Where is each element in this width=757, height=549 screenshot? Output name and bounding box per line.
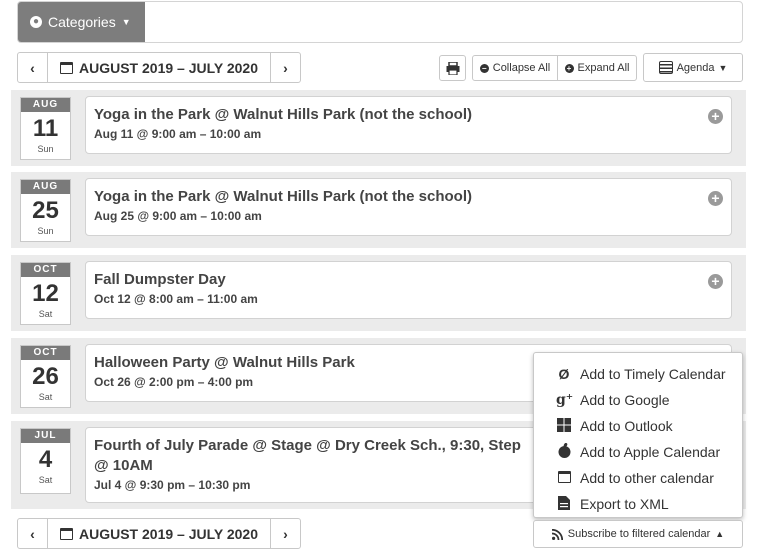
- date-range-label: AUGUST 2019 – JULY 2020: [79, 525, 258, 542]
- event-time: Oct 12 @ 8:00 am – 11:00 am: [94, 292, 258, 306]
- menu-item-timely[interactable]: Ø Add to Timely Calendar: [534, 361, 742, 387]
- tag-icon: ●: [30, 16, 42, 28]
- date-range-button[interactable]: AUGUST 2019 – JULY 2020: [47, 52, 271, 83]
- collapse-all-button[interactable]: − Collapse All: [472, 55, 558, 81]
- categories-bar: ● Categories ▼: [17, 1, 743, 43]
- date-month: AUG: [21, 98, 70, 112]
- date-weekday: Sat: [38, 392, 53, 402]
- date-month: OCT: [21, 346, 70, 360]
- expand-event-icon[interactable]: +: [708, 109, 723, 124]
- event-row: AUG 11 Sun Yoga in the Park @ Walnut Hil…: [11, 90, 746, 166]
- date-weekday: Sat: [38, 309, 53, 319]
- calendar-icon: [60, 527, 73, 540]
- date-month: AUG: [21, 180, 70, 194]
- list-icon: [658, 61, 673, 74]
- date-month: OCT: [21, 263, 70, 277]
- date-badge: AUG 11 Sun: [20, 97, 71, 160]
- menu-item-export-xml[interactable]: Export to XML: [534, 491, 742, 517]
- expand-all-label: Expand All: [577, 62, 630, 74]
- date-badge: AUG 25 Sun: [20, 179, 71, 242]
- menu-item-apple[interactable]: Add to Apple Calendar: [534, 439, 742, 465]
- event-card[interactable]: Yoga in the Park @ Walnut Hills Park (no…: [85, 96, 732, 154]
- event-title[interactable]: Yoga in the Park @ Walnut Hills Park (no…: [94, 187, 723, 207]
- date-weekday: Sat: [38, 475, 53, 485]
- caret-up-icon: ▲: [715, 529, 725, 539]
- view-label: Agenda: [676, 61, 715, 74]
- expand-event-icon[interactable]: +: [708, 274, 723, 289]
- expand-all-button[interactable]: + Expand All: [557, 55, 637, 81]
- calendar-icon: [556, 470, 572, 486]
- menu-item-outlook[interactable]: Add to Outlook: [534, 413, 742, 439]
- date-weekday: Sun: [37, 226, 54, 236]
- date-month: JUL: [21, 429, 70, 443]
- minus-circle-icon: −: [479, 63, 489, 73]
- subscribe-menu: Ø Add to Timely Calendar g⁺ Add to Googl…: [533, 352, 743, 518]
- date-range-button[interactable]: AUGUST 2019 – JULY 2020: [47, 518, 271, 549]
- date-day: 11: [32, 115, 59, 142]
- date-weekday: Sun: [37, 144, 54, 154]
- date-day: 12: [32, 280, 59, 307]
- event-title[interactable]: Yoga in the Park @ Walnut Hills Park (no…: [94, 105, 723, 125]
- collapse-all-label: Collapse All: [492, 62, 551, 74]
- menu-item-other-calendar[interactable]: Add to other calendar: [534, 465, 742, 491]
- event-card[interactable]: Fall Dumpster Day Oct 12 @ 8:00 am – 11:…: [85, 261, 732, 319]
- plus-circle-icon: +: [564, 63, 574, 73]
- next-button[interactable]: ›: [270, 52, 301, 83]
- date-day: 4: [38, 446, 53, 473]
- bottom-date-nav: ‹ AUGUST 2019 – JULY 2020 ›: [17, 518, 301, 549]
- prev-button[interactable]: ‹: [17, 52, 48, 83]
- rss-icon: [551, 528, 563, 540]
- file-icon: [556, 495, 572, 513]
- google-plus-icon: g⁺: [556, 392, 574, 408]
- event-row: OCT 12 Sat Fall Dumpster Day Oct 12 @ 8:…: [11, 255, 746, 331]
- subscribe-label: Subscribe to filtered calendar: [567, 528, 711, 540]
- menu-item-google[interactable]: g⁺ Add to Google: [534, 387, 742, 413]
- print-icon: [446, 61, 459, 75]
- top-date-nav: ‹ AUGUST 2019 – JULY 2020 ›: [17, 52, 301, 83]
- date-badge: OCT 26 Sat: [20, 345, 71, 408]
- subscribe-button[interactable]: Subscribe to filtered calendar ▲: [533, 520, 743, 548]
- categories-dropdown[interactable]: ● Categories ▼: [18, 2, 145, 42]
- categories-label: Categories: [48, 14, 116, 30]
- event-time: Aug 25 @ 9:00 am – 10:00 am: [94, 209, 262, 223]
- date-range-label: AUGUST 2019 – JULY 2020: [79, 59, 258, 76]
- date-day: 26: [32, 363, 59, 390]
- event-time: Aug 11 @ 9:00 am – 10:00 am: [94, 127, 262, 141]
- prev-button[interactable]: ‹: [17, 518, 48, 549]
- caret-down-icon: ▼: [121, 17, 131, 27]
- caret-down-icon: ▼: [718, 62, 728, 73]
- next-button[interactable]: ›: [270, 518, 301, 549]
- view-dropdown[interactable]: Agenda ▼: [643, 53, 743, 82]
- date-day: 25: [32, 197, 59, 224]
- apple-icon: [556, 442, 572, 461]
- date-badge: OCT 12 Sat: [20, 262, 71, 325]
- date-badge: JUL 4 Sat: [20, 428, 71, 494]
- event-row: AUG 25 Sun Yoga in the Park @ Walnut Hil…: [11, 172, 746, 248]
- calendar-icon: [60, 61, 73, 74]
- print-button[interactable]: [439, 55, 466, 81]
- windows-icon: [556, 417, 572, 435]
- timely-icon: Ø: [558, 366, 570, 382]
- event-card[interactable]: Yoga in the Park @ Walnut Hills Park (no…: [85, 178, 732, 236]
- event-title[interactable]: Fall Dumpster Day: [94, 270, 723, 290]
- expand-event-icon[interactable]: +: [708, 191, 723, 206]
